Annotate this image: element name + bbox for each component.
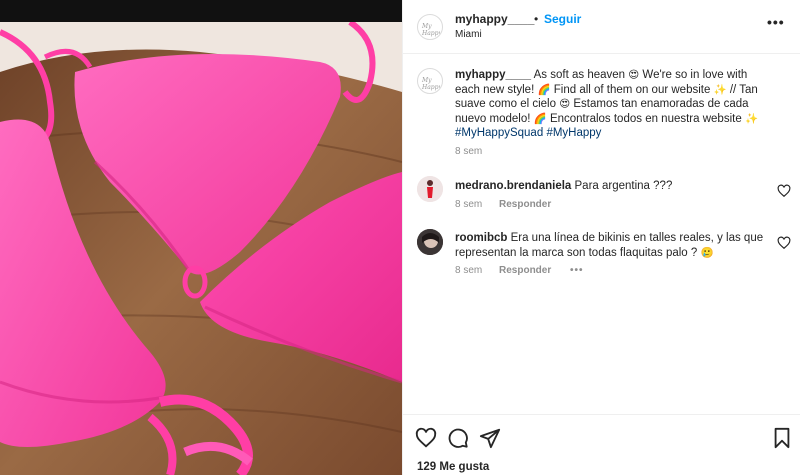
hashtag-link[interactable]: #MyHappy (546, 127, 601, 139)
comment-options-icon[interactable]: ••• (570, 265, 584, 276)
comment-meta: 8 sem Responder ••• (455, 265, 584, 276)
comment-item: roomibcb Era una línea de bikinis en tal… (403, 229, 800, 285)
person-photo-icon (417, 176, 443, 202)
bookmark-icon[interactable] (771, 427, 793, 449)
post-actions-bar: 129 Me gusta (403, 414, 800, 475)
more-options-icon[interactable]: ••• (767, 14, 785, 30)
comment-username[interactable]: roomibcb (455, 232, 507, 244)
follow-button[interactable]: Seguir (544, 12, 581, 26)
likes-count[interactable]: 129 Me gusta (417, 461, 489, 473)
heart-eyes-emoji: 😍 (628, 69, 640, 81)
hashtag-link[interactable]: #MyHappySquad (455, 127, 543, 139)
comment-text: medrano.brendaniela Para argentina ??? (455, 179, 765, 194)
caption-segment: Find all of them on our website (553, 83, 711, 96)
comment-item: medrano.brendaniela Para argentina ??? 8… (403, 176, 800, 232)
comment-text: roomibcb Era una línea de bikinis en tal… (455, 231, 765, 260)
comment-heart-icon[interactable] (777, 236, 791, 250)
caption-username[interactable]: myhappy____ (455, 69, 531, 81)
separator-dot: • (534, 12, 539, 26)
post-image[interactable] (0, 0, 402, 475)
rainbow-emoji: 🌈 (537, 83, 551, 96)
person-photo-icon (417, 229, 443, 255)
post-username[interactable]: myhappy____ (455, 12, 534, 26)
comment-icon[interactable] (447, 427, 469, 449)
commenter-avatar[interactable] (417, 229, 443, 255)
rainbow-emoji: 🌈 (533, 112, 547, 125)
avatar-logo: My Happy (422, 23, 442, 37)
caption-text: myhappy____ As soft as heaven 😍 We're so… (455, 68, 775, 141)
heart-icon[interactable] (415, 427, 437, 449)
comment-time[interactable]: 8 sem (455, 265, 482, 276)
commenter-avatar[interactable] (417, 176, 443, 202)
post-details-panel: My Happy myhappy____ • Seguir Miami ••• … (402, 0, 800, 475)
caption-segment: Encontralos todos en nuestra website (549, 112, 742, 125)
comment-meta: 8 sem Responder (455, 199, 551, 210)
comment-username[interactable]: medrano.brendaniela (455, 180, 571, 192)
post-header: My Happy myhappy____ • Seguir Miami ••• (403, 0, 800, 54)
profile-avatar[interactable]: My Happy (417, 14, 443, 40)
reply-button[interactable]: Responder (499, 265, 551, 276)
pink-bikini-photo (0, 22, 402, 475)
image-top-bar (0, 0, 402, 22)
avatar-logo: My Happy (422, 77, 442, 91)
caption-time[interactable]: 8 sem (455, 146, 482, 157)
comment-body: Para argentina ??? (574, 180, 673, 192)
share-icon[interactable] (479, 427, 501, 449)
reply-button[interactable]: Responder (499, 199, 551, 210)
post-location[interactable]: Miami (455, 29, 482, 40)
comment-time[interactable]: 8 sem (455, 199, 482, 210)
heart-eyes-emoji: 😍 (559, 98, 571, 110)
caption-segment: As soft as heaven (533, 69, 626, 81)
smiling-tear-emoji: 🥲 (700, 246, 714, 259)
comment-heart-icon[interactable] (777, 184, 791, 198)
caption-avatar[interactable]: My Happy (417, 68, 443, 94)
sparkles-emoji: ✨ (744, 112, 759, 125)
sparkles-emoji: ✨ (713, 83, 727, 96)
